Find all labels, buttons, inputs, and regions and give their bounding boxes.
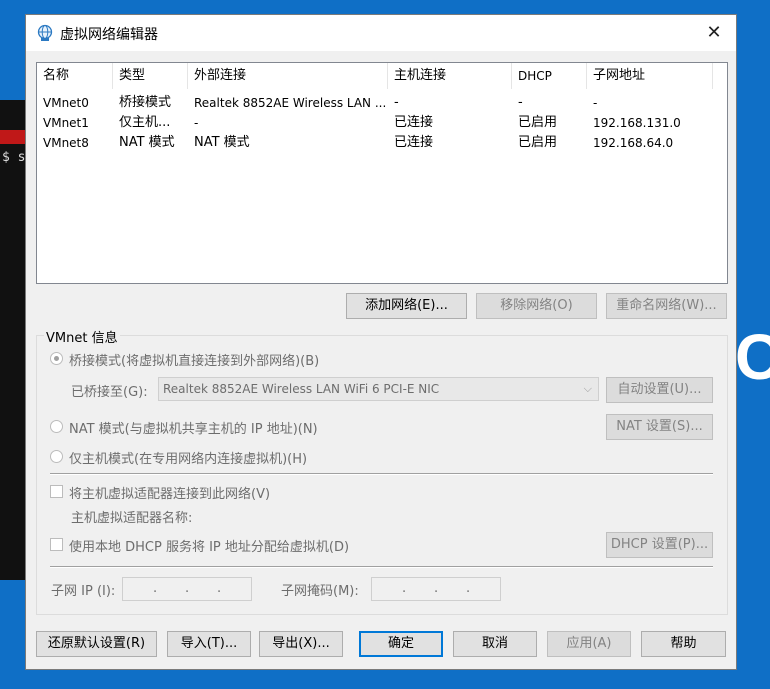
chevron-down-icon: ⌵ [583,382,592,395]
row-dhcp: 已启用 [518,135,558,150]
row-type: NAT 模式 [119,135,175,150]
restore-defaults-button[interactable]: 还原默认设置(R) [36,631,157,657]
column-header-host[interactable]: 主机连接 [388,63,512,89]
subnet-mask-label: 子网掩码(M): [281,584,359,599]
column-header-dhcp[interactable]: DHCP [512,63,587,89]
row-type: 仅主机... [119,115,171,130]
connect-adapter-checkbox[interactable] [50,485,63,498]
row-name: VMnet1 [43,116,89,130]
import-button[interactable]: 导入(T)... [167,631,251,657]
row-external: - [194,116,199,130]
divider [50,473,713,475]
ip-dot: . [153,581,158,596]
virtual-network-editor-dialog: 虚拟网络编辑器 ✕ 名称 类型 外部连接 主机连接 DHCP 子网地址 VMne… [25,14,737,670]
table-row[interactable]: VMnet8 NAT 模式 NAT 模式 已连接 已启用 192.168.64.… [37,133,727,153]
host-only-radio-label[interactable]: 仅主机模式(在专用网络内连接虚拟机)(H) [69,448,307,467]
column-header-external[interactable]: 外部连接 [188,63,388,89]
row-subnet: 192.168.131.0 [593,116,681,130]
host-only-radio[interactable] [50,450,63,463]
connect-adapter-label[interactable]: 将主机虚拟适配器连接到此网络(V) [69,483,270,502]
adapter-name-label: 主机虚拟适配器名称: [71,511,193,526]
ok-button[interactable]: 确定 [359,631,443,657]
help-button[interactable]: 帮助 [641,631,726,657]
dhcp-checkbox[interactable] [50,538,63,551]
row-dhcp: 已启用 [518,115,558,130]
dhcp-settings-button[interactable]: DHCP 设置(P)... [606,532,713,558]
column-header-type[interactable]: 类型 [113,63,188,89]
row-host: - [394,95,399,110]
dhcp-label[interactable]: 使用本地 DHCP 服务将 IP 地址分配给虚拟机(D) [69,536,349,555]
auto-settings-button[interactable]: 自动设置(U)... [606,377,713,403]
row-host: 已连接 [394,115,434,130]
remove-network-button[interactable]: 移除网络(O) [476,293,597,319]
row-type: 桥接模式 [119,95,172,110]
divider [50,566,713,568]
terminal-text: $ s [2,150,26,165]
row-subnet: - [593,96,598,110]
row-dhcp: - [518,95,523,110]
bridged-radio-label[interactable]: 桥接模式(将虚拟机直接连接到外部网络)(B) [69,350,319,369]
ip-dot: . [402,581,407,596]
table-row[interactable]: VMnet0 桥接模式 Realtek 8852AE Wireless LAN … [37,93,727,113]
row-external: Realtek 8852AE Wireless LAN ... [194,96,387,110]
subnet-ip-label: 子网 IP (I): [51,584,116,599]
ip-dot: . [434,581,439,596]
nat-radio[interactable] [50,420,63,433]
bridged-adapter-select[interactable]: Realtek 8852AE Wireless LAN WiFi 6 PCI-E… [158,377,599,401]
network-list[interactable]: 名称 类型 外部连接 主机连接 DHCP 子网地址 VMnet0 桥接模式 Re… [36,62,728,284]
list-header: 名称 类型 外部连接 主机连接 DHCP 子网地址 [37,63,727,89]
column-header-subnet[interactable]: 子网地址 [587,63,713,89]
ip-dot: . [217,581,222,596]
row-subnet: 192.168.64.0 [593,136,674,150]
rename-network-button[interactable]: 重命名网络(W)... [606,293,727,319]
cancel-button[interactable]: 取消 [453,631,537,657]
ip-dot: . [466,581,471,596]
nat-radio-label[interactable]: NAT 模式(与虚拟机共享主机的 IP 地址)(N) [69,418,318,437]
row-name: VMnet0 [43,96,89,110]
bridged-adapter-value: Realtek 8852AE Wireless LAN WiFi 6 PCI-E… [163,382,440,396]
network-globe-icon [36,24,54,42]
subnet-ip-input[interactable]: . . . [122,577,252,601]
background-letter: C [735,321,770,393]
bridged-to-label: 已桥接至(G): [71,385,148,400]
row-host: 已连接 [394,135,434,150]
close-button[interactable]: ✕ [692,15,736,51]
apply-button[interactable]: 应用(A) [547,631,631,657]
add-network-button[interactable]: 添加网络(E)... [346,293,467,319]
row-external: NAT 模式 [194,135,250,150]
bridged-radio[interactable] [50,352,63,365]
row-name: VMnet8 [43,136,89,150]
table-row[interactable]: VMnet1 仅主机... - 已连接 已启用 192.168.131.0 [37,113,727,133]
nat-settings-button[interactable]: NAT 设置(S)... [606,414,713,440]
vmnet-info-label: VMnet 信息 [44,327,120,346]
subnet-mask-input[interactable]: . . . [371,577,501,601]
title-bar: 虚拟网络编辑器 ✕ [26,15,736,51]
column-header-name[interactable]: 名称 [37,63,113,89]
window-title: 虚拟网络编辑器 [60,27,158,43]
export-button[interactable]: 导出(X)... [259,631,343,657]
ip-dot: . [185,581,190,596]
